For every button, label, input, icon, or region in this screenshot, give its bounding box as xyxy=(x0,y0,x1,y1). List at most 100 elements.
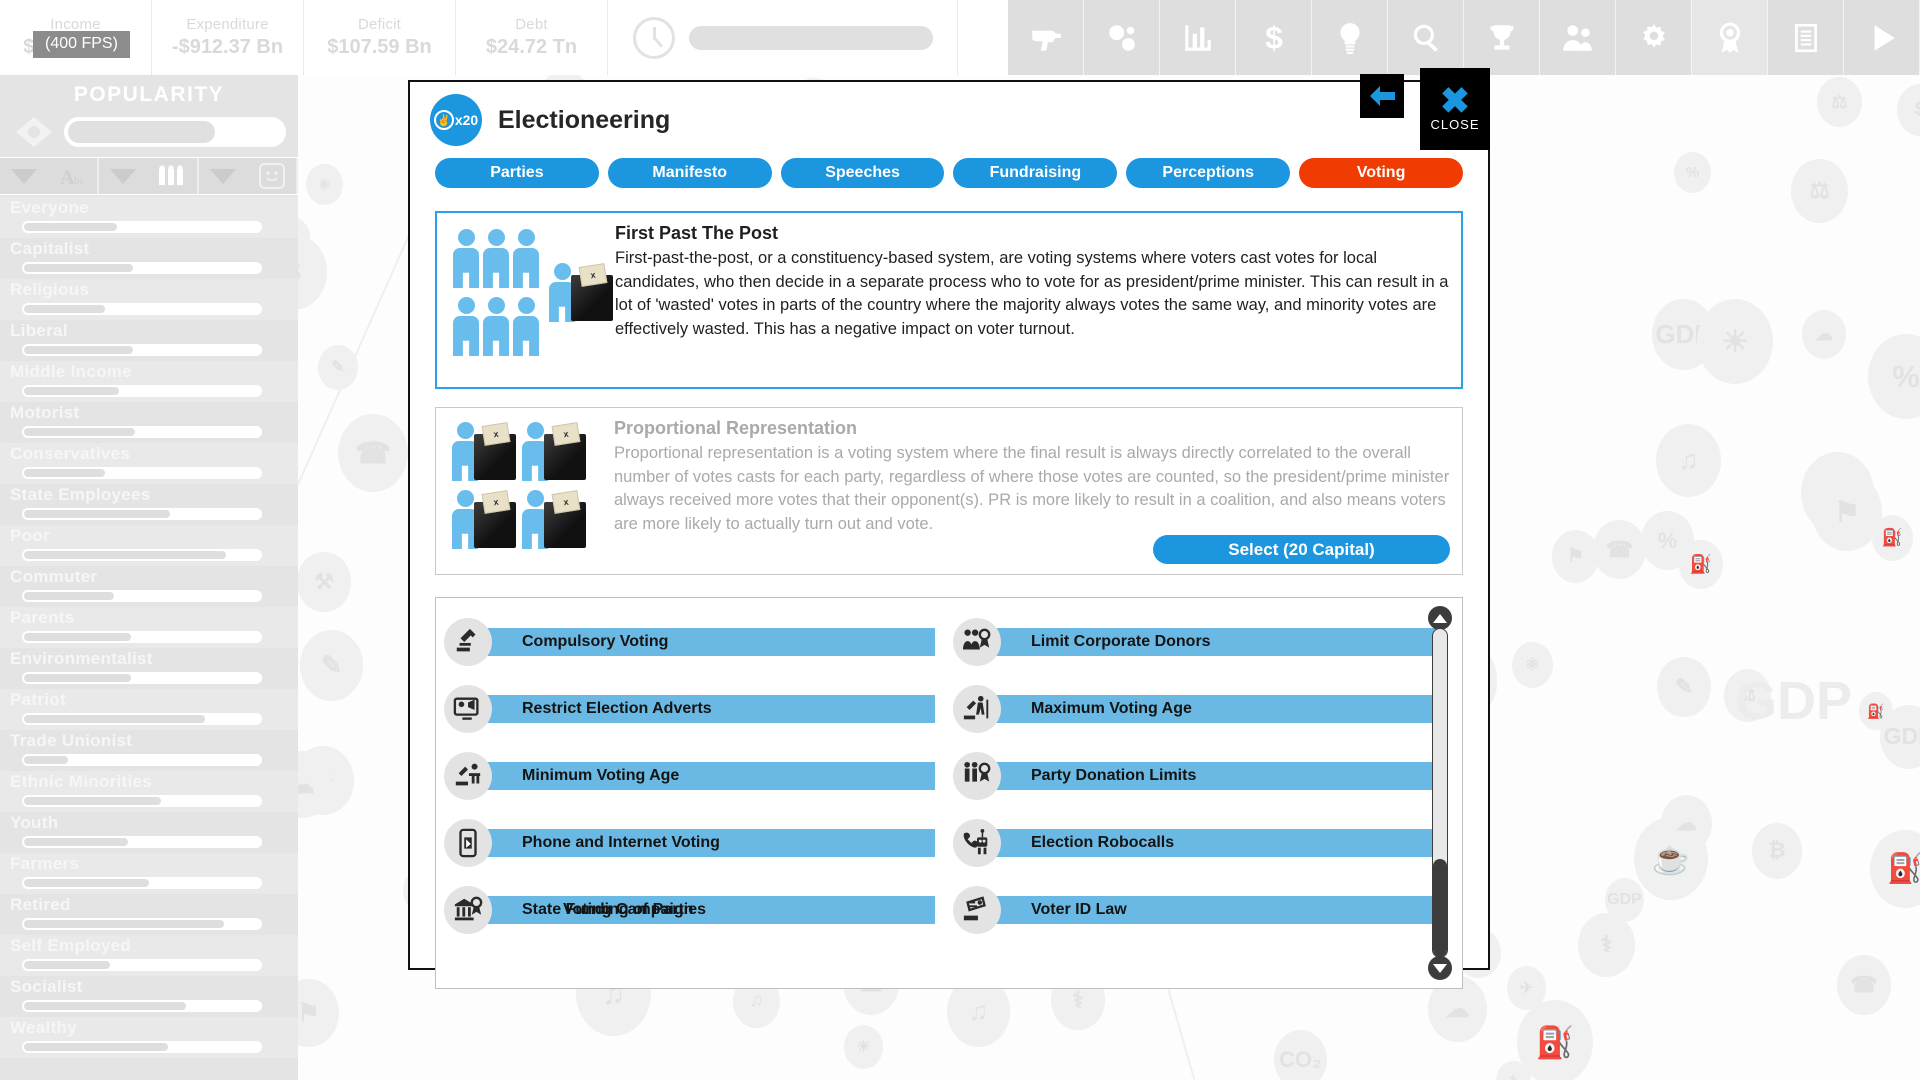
policy-row[interactable]: Voter ID Law xyxy=(953,876,1444,943)
watermark-icon: ₿ xyxy=(1752,823,1802,879)
popularity-group-row[interactable]: Parents xyxy=(0,607,298,648)
tab-parties[interactable]: Parties xyxy=(435,158,599,188)
tab-icon-pistol[interactable] xyxy=(1008,0,1084,75)
tab-manifesto[interactable]: Manifesto xyxy=(607,158,772,188)
tab-icon-search[interactable] xyxy=(1388,0,1464,75)
watermark-icon: ⚛ xyxy=(306,164,343,206)
policy-row[interactable]: Restrict Election Adverts xyxy=(444,675,935,742)
policy-row[interactable]: Party Donation Limits xyxy=(953,742,1444,809)
popularity-group-row[interactable]: Farmers xyxy=(0,853,298,894)
popularity-group-row[interactable]: Patriot xyxy=(0,689,298,730)
policy-label[interactable]: Party Donation Limits xyxy=(995,761,1444,790)
popularity-bar-fill xyxy=(24,223,117,231)
policy-label[interactable]: Election Robocalls xyxy=(995,828,1444,857)
tab-icon-bubbles[interactable] xyxy=(1084,0,1160,75)
policy-label-text: Party Donation Limits xyxy=(1031,766,1197,784)
popularity-group-row[interactable]: Youth xyxy=(0,812,298,853)
popularity-bar-track xyxy=(22,877,262,889)
sort-by-size[interactable] xyxy=(99,158,199,194)
watermark-icon: GDP xyxy=(1605,878,1644,922)
tab-icon-play[interactable] xyxy=(1844,0,1920,75)
svg-text:bc: bc xyxy=(74,175,85,187)
policy-label[interactable]: Restrict Election Adverts xyxy=(486,694,935,723)
watermark-icon: ⚖ xyxy=(1817,77,1862,128)
voting-system-first-past-the-post[interactable]: x First Past The Post First-past-the-pos… xyxy=(435,211,1463,389)
policy-row[interactable]: State Funding of Parties Voting Campaign xyxy=(444,876,935,943)
close-button[interactable]: ✖ CLOSE xyxy=(1420,68,1490,150)
visibility-eye-icon[interactable] xyxy=(12,115,56,149)
popularity-group-row[interactable]: Motorist xyxy=(0,402,298,443)
chevron-down-icon xyxy=(109,168,136,184)
tab-icon-dollar[interactable]: $ xyxy=(1236,0,1312,75)
popularity-group-row[interactable]: Conservatives xyxy=(0,443,298,484)
policy-label[interactable]: Voter ID Law xyxy=(995,895,1444,924)
policy-label[interactable]: State Funding of Parties Voting Campaign xyxy=(486,895,935,924)
tab-icon-document[interactable] xyxy=(1768,0,1844,75)
tab-voting[interactable]: Voting xyxy=(1299,158,1463,188)
scroll-track[interactable] xyxy=(1432,628,1448,958)
watermark-icon: % xyxy=(1641,511,1694,571)
policy-label[interactable]: Minimum Voting Age xyxy=(486,761,935,790)
policy-label[interactable]: Compulsory Voting xyxy=(486,627,935,656)
scroll-up-button[interactable] xyxy=(1428,606,1452,630)
tab-icon-award-ribbon[interactable] xyxy=(1692,0,1768,75)
policy-scrollbar[interactable] xyxy=(1428,606,1452,980)
id-card-ballot-icon xyxy=(953,885,1001,934)
popularity-group-row[interactable]: Everyone xyxy=(0,197,298,238)
pr-title: Proportional Representation xyxy=(614,418,858,438)
tab-perceptions[interactable]: Perceptions xyxy=(1126,158,1291,188)
popularity-panel: POPULARITY Abc Everyone Capitalist Religio… xyxy=(0,75,298,1080)
turn-timer[interactable] xyxy=(608,0,958,75)
tab-icon-gear[interactable] xyxy=(1616,0,1692,75)
popularity-group-name: Environmentalist xyxy=(10,649,153,668)
back-button[interactable] xyxy=(1360,74,1404,118)
sort-by-mood[interactable] xyxy=(198,158,298,194)
policy-label[interactable]: Maximum Voting Age xyxy=(995,694,1444,723)
popularity-bar-track xyxy=(22,385,262,397)
popularity-group-row[interactable]: Commuter xyxy=(0,566,298,607)
close-icon: ✖ xyxy=(1439,80,1471,121)
scroll-thumb[interactable] xyxy=(1433,858,1447,957)
popularity-group-row[interactable]: Liberal xyxy=(0,320,298,361)
popularity-group-row[interactable]: Poor xyxy=(0,525,298,566)
policy-row[interactable]: Phone and Internet Voting xyxy=(444,809,935,876)
scroll-down-button[interactable] xyxy=(1428,956,1452,980)
tab-icon-bar-chart[interactable] xyxy=(1160,0,1236,75)
popularity-group-row[interactable]: Religious xyxy=(0,279,298,320)
popularity-group-row[interactable]: Capitalist xyxy=(0,238,298,279)
popularity-group-row[interactable]: Environmentalist xyxy=(0,648,298,689)
popularity-group-row[interactable]: Self Employed xyxy=(0,935,298,976)
popularity-group-row[interactable]: Middle Income xyxy=(0,361,298,402)
popularity-group-row[interactable]: Ethnic Minorities xyxy=(0,771,298,812)
policy-label[interactable]: Phone and Internet Voting xyxy=(486,828,935,857)
popularity-bar-fill xyxy=(24,428,136,436)
policy-row[interactable]: Limit Corporate Donors xyxy=(953,608,1444,675)
popularity-group-row[interactable]: Retired xyxy=(0,894,298,935)
select-voting-system-button[interactable]: Select (20 Capital) xyxy=(1153,535,1450,564)
popularity-group-row[interactable]: Trade Unionist xyxy=(0,730,298,771)
tab-fundraising[interactable]: Fundraising xyxy=(953,158,1118,188)
policy-label[interactable]: Limit Corporate Donors xyxy=(995,627,1444,656)
policy-row[interactable]: Compulsory Voting xyxy=(444,608,935,675)
watermark-icon: ☀ xyxy=(844,1025,883,1069)
voting-system-proportional-representation[interactable]: x x x x Proportional Representation Prop… xyxy=(435,407,1463,575)
policy-row[interactable]: Election Robocalls xyxy=(953,809,1444,876)
policy-row[interactable]: Maximum Voting Age xyxy=(953,675,1444,742)
logo-multiplier: x20 xyxy=(454,112,479,128)
sort-by-name[interactable]: Abc xyxy=(0,158,100,194)
tab-speeches[interactable]: Speeches xyxy=(780,158,945,188)
popularity-group-row[interactable]: Socialist xyxy=(0,976,298,1017)
popularity-bar-track xyxy=(22,959,262,971)
tab-icon-people[interactable] xyxy=(1540,0,1616,75)
tab-icon-lightbulb[interactable] xyxy=(1312,0,1388,75)
popularity-group-row[interactable]: Wealthy xyxy=(0,1017,298,1058)
fptp-text: First Past The Post First-past-the-post,… xyxy=(609,223,1449,377)
tab-icon-trophy[interactable] xyxy=(1464,0,1540,75)
popularity-group-row[interactable]: State Employees xyxy=(0,484,298,525)
policy-row[interactable]: Minimum Voting Age xyxy=(444,742,935,809)
stat-debt: Debt $24.72 Tn xyxy=(456,0,608,75)
policy-column-right: Limit Corporate Donors Maximum Voting Age… xyxy=(953,608,1444,943)
fptp-artwork: x xyxy=(449,223,613,377)
policy-columns: Compulsory Voting Restrict Election Adver… xyxy=(436,608,1462,943)
popularity-search-input[interactable] xyxy=(64,117,286,147)
